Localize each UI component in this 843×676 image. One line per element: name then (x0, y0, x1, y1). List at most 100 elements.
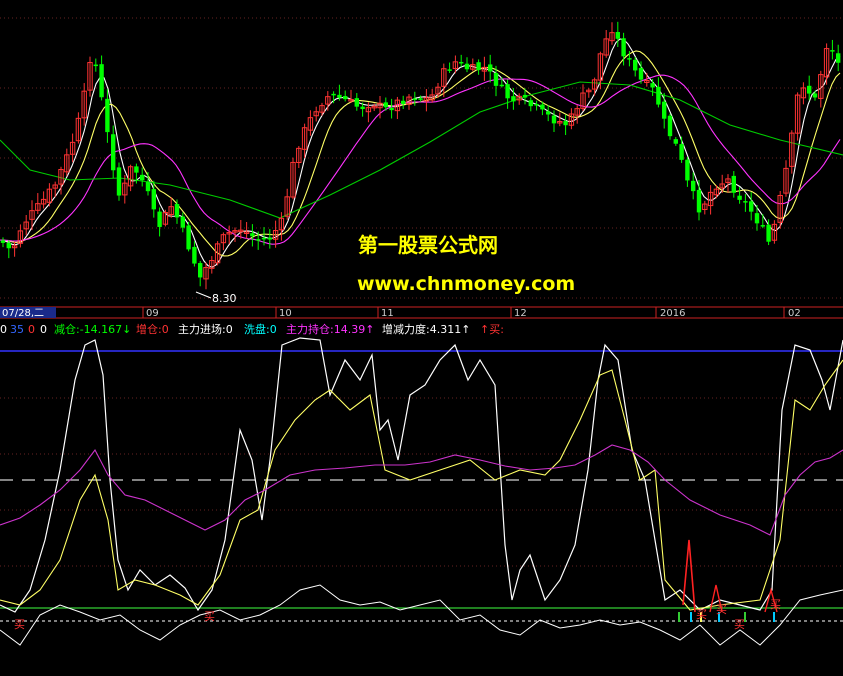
candle-body (830, 50, 835, 52)
buy-signal-label: 买 (696, 608, 707, 621)
candle-body (459, 61, 464, 64)
signal-bar (690, 612, 692, 622)
candle-body (105, 98, 110, 133)
candle-body (673, 139, 678, 144)
buy-signal-label: 买 (14, 618, 25, 631)
stock-chart: 8.30 07/28,二 09 10 11 12 2016 02 0 35 0 … (0, 0, 843, 676)
watermark-title: 第一股票公式网 (358, 233, 498, 257)
candle-body (267, 237, 272, 240)
candle-body (140, 174, 145, 181)
candle-body (667, 115, 673, 137)
legend-item: 主力进场:0 (178, 322, 233, 336)
candle-body (731, 175, 736, 193)
legend-item: 0 (28, 323, 35, 336)
candle-body (754, 213, 760, 224)
candle-body (151, 189, 156, 210)
candle-body (766, 224, 771, 242)
candle-body (180, 216, 185, 228)
candle-body (812, 93, 818, 98)
date-tick-label: 09 (146, 308, 159, 319)
candle-body (93, 64, 98, 67)
candle-body (198, 263, 203, 278)
candle-body (650, 83, 655, 88)
candle-body (807, 85, 812, 94)
candle-body (638, 67, 644, 80)
candle-body (186, 225, 191, 250)
date-tick-label: 07/28,二 (2, 308, 44, 319)
candle-body (540, 104, 545, 110)
legend-item: 主力持仓:14.39↑ (286, 322, 374, 336)
candle-body (6, 242, 11, 249)
candle-body (743, 201, 748, 203)
candle-body (488, 64, 493, 72)
candle-body (331, 93, 336, 96)
candle-body (493, 72, 499, 86)
candle-body (511, 96, 516, 102)
candle-body (528, 100, 533, 107)
legend-item: 0 (0, 323, 7, 336)
date-tick-label: 10 (279, 308, 292, 319)
buy-signal-label: 买 (770, 598, 781, 611)
candle-body (615, 31, 620, 39)
candle-body (447, 69, 452, 71)
candle-body (116, 167, 122, 196)
buy-signal-label: 买 (716, 603, 727, 616)
candle-body (354, 98, 359, 107)
legend-item: 减仓:-14.167↓ (54, 322, 131, 336)
candle-body (157, 211, 162, 227)
candle-body (0, 240, 6, 243)
candle-body (749, 201, 754, 212)
date-tick-label: 02 (788, 308, 801, 319)
candle-body (476, 62, 481, 71)
low-price-label: 8.30 (212, 292, 237, 305)
candle-body (679, 144, 684, 160)
candle-body (696, 189, 702, 213)
signal-bar (773, 612, 775, 622)
candle-body (250, 233, 255, 237)
candle-body (145, 182, 151, 192)
watermark-url: www.chnmoney.com (357, 273, 575, 295)
candle-body (389, 107, 394, 111)
legend-item: 洗盘:0 (244, 322, 277, 336)
candle-body (401, 100, 406, 105)
candle-body (111, 134, 116, 171)
candle-body (546, 111, 551, 115)
candle-body (418, 98, 423, 100)
legend-item: 35 (10, 323, 24, 336)
candle-body (534, 104, 539, 106)
legend-item: ↑买: (480, 323, 504, 336)
indicator-legend: 0 35 0 0 减仓:-14.167↓ 增仓:0 主力进场:0 洗盘:0 主力… (0, 322, 504, 336)
candle-body (522, 94, 528, 98)
candle-body (662, 101, 667, 119)
legend-item: 0 (40, 323, 47, 336)
candle-body (505, 84, 510, 99)
candle-body (656, 86, 661, 105)
candle-body (192, 246, 197, 264)
buy-signal-label: 买 (204, 610, 215, 623)
candle-body (737, 195, 742, 200)
candle-body (343, 96, 348, 100)
signal-bar (678, 612, 680, 622)
candle-body (551, 115, 557, 124)
date-tick-label: 2016 (660, 308, 685, 319)
legend-item: 增仓:0 (136, 322, 169, 336)
candle-body (174, 203, 180, 218)
candle-body (464, 63, 470, 70)
candle-body (691, 180, 696, 192)
candle-body (412, 98, 417, 101)
candle-body (134, 166, 139, 173)
candle-body (256, 239, 261, 241)
buy-signal-label: 买 (734, 618, 745, 631)
candle-body (383, 102, 388, 108)
candle-body (627, 58, 632, 60)
candle-body (621, 38, 626, 57)
candle-body (836, 53, 841, 63)
candle-body (261, 237, 267, 240)
legend-item: 增减力度:4.311↑ (382, 322, 470, 336)
candle-body (563, 121, 568, 126)
candle-body (499, 84, 504, 87)
date-tick-label: 11 (381, 308, 394, 319)
candle-body (337, 94, 342, 98)
candle-body (633, 59, 638, 71)
candle-body (685, 159, 690, 181)
